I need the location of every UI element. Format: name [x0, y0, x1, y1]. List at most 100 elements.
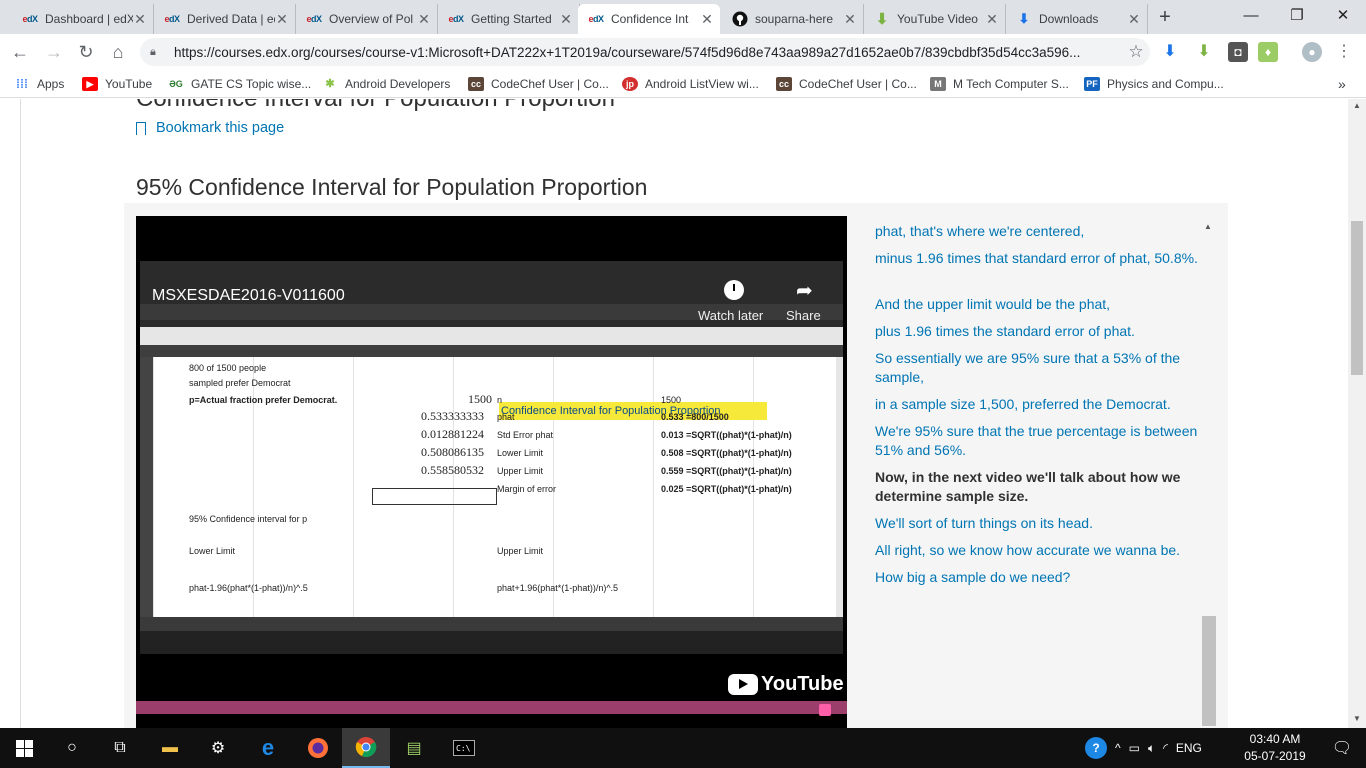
scroll-down-icon[interactable]: ▼ [1353, 714, 1361, 723]
notepad-icon[interactable]: ▤ [390, 728, 438, 768]
address-bar[interactable]: 🔒︎ https://courses.edx.org/courses/cours… [140, 38, 1150, 66]
show-hidden-icons[interactable]: ^ [1115, 741, 1121, 755]
video-progress-handle[interactable] [819, 704, 831, 716]
video-progress-bar[interactable] [136, 701, 847, 714]
excel-cell: 800 of 1500 people [189, 363, 267, 373]
battery-icon[interactable]: ▭ [1129, 741, 1140, 755]
bookmark-codechef-1[interactable]: cc CodeChef User | Co... [468, 75, 609, 93]
bookmark-mtech[interactable]: M M Tech Computer S... [930, 75, 1069, 93]
scroll-up-icon[interactable]: ▲ [1204, 222, 1212, 231]
transcript-line[interactable]: minus 1.96 times that standard error of … [875, 249, 1200, 268]
help-icon[interactable]: ? [1085, 737, 1107, 759]
watch-later-icon[interactable] [724, 280, 744, 300]
close-tab-icon[interactable]: ✕ [700, 11, 714, 28]
wifi-icon[interactable]: ◜ [1163, 741, 1168, 755]
bookmark-android-listview[interactable]: jp Android ListView wi... [622, 75, 759, 93]
transcript-line[interactable]: in a sample size 1,500, preferred the De… [875, 395, 1200, 414]
firefox-icon[interactable] [294, 728, 342, 768]
tab-downloads[interactable]: ⬇ Downloads ✕ [1006, 4, 1148, 34]
bookmark-physics[interactable]: PF Physics and Compu... [1084, 75, 1224, 93]
youtube-icon: ▶ [82, 77, 98, 91]
video-downloader-icon[interactable]: ⬇ [1194, 42, 1214, 62]
restore-button[interactable]: ❐ [1274, 0, 1320, 32]
bookmark-page-link[interactable]: Bookmark this page [136, 120, 284, 136]
terminal-icon[interactable]: C:\ [440, 728, 488, 768]
cortana-search-icon[interactable]: ○ [48, 728, 96, 768]
back-icon[interactable]: ← [6, 38, 34, 66]
edx-icon: e dX [448, 14, 464, 24]
taskbar-clock[interactable]: 03:40 AM 05-07-2019 [1232, 731, 1318, 765]
transcript-line[interactable]: We'll sort of turn things on its head. [875, 514, 1200, 533]
excel-status-bar [140, 631, 843, 654]
reload-icon[interactable]: ↻ [72, 38, 100, 66]
extension-icon[interactable]: ♦ [1258, 42, 1278, 62]
tab-label: Overview of Pol [329, 12, 414, 26]
bookmark-label: CodeChef User | Co... [491, 77, 609, 91]
bookmark-label: GATE CS Topic wise... [191, 77, 312, 91]
extension-icon[interactable]: ◘ [1228, 42, 1248, 62]
settings-gear-icon[interactable]: ⚙ [194, 728, 242, 768]
home-icon[interactable]: ⌂ [104, 38, 132, 66]
transcript-scroll-thumb[interactable] [1202, 616, 1216, 726]
transcript-line[interactable]: All right, so we know how accurate we wa… [875, 541, 1200, 560]
youtube-logo[interactable]: YouTube [728, 673, 844, 696]
transcript-line[interactable]: And the upper limit would be the phat, [875, 295, 1200, 314]
notification-center-icon[interactable]: 🗨︎ [1318, 728, 1366, 768]
tab-confidence-interval[interactable]: e dX Confidence Int ✕ [578, 4, 720, 34]
transcript-line[interactable]: phat, that's where we're centered, [875, 222, 1200, 241]
watch-later-label[interactable]: Watch later [698, 308, 763, 323]
bookmark-gate[interactable]: ƏG GATE CS Topic wise... [168, 75, 311, 93]
unit-title: 95% Confidence Interval for Population P… [136, 174, 648, 200]
transcript-line[interactable]: How big a sample do we need? [875, 568, 1200, 587]
file-explorer-icon[interactable]: ▬ [146, 728, 194, 768]
profile-avatar[interactable]: ● [1302, 42, 1322, 62]
download-extension-icon[interactable]: ⬇ [1160, 42, 1180, 62]
bookmark-codechef-2[interactable]: cc CodeChef User | Co... [776, 75, 917, 93]
tab-youtube-video[interactable]: ⬇ YouTube Video ✕ [864, 4, 1006, 34]
browser-toolbar: ← → ↻ ⌂ 🔒︎ https://courses.edx.org/cours… [0, 34, 1366, 70]
excel-cell: 0.558580532 [421, 463, 484, 477]
edx-icon: e dX [22, 14, 38, 24]
close-tab-icon[interactable]: ✕ [843, 11, 857, 28]
tab-getting-started[interactable]: e dX Getting Started ✕ [438, 4, 580, 34]
transcript-line-current[interactable]: Now, in the next video we'll talk about … [875, 468, 1200, 506]
video-player[interactable]: Confidence Interval for Population Propo… [136, 216, 847, 728]
close-tab-icon[interactable]: ✕ [417, 11, 431, 28]
bookmark-android-developers[interactable]: ✱ Android Developers [322, 75, 450, 93]
transcript-line[interactable]: plus 1.96 times the standard error of ph… [875, 322, 1200, 341]
chrome-icon[interactable] [342, 728, 390, 768]
tab-overview[interactable]: e dX Overview of Pol ✕ [296, 4, 438, 34]
scroll-up-icon[interactable]: ▲ [1353, 101, 1361, 110]
close-tab-icon[interactable]: ✕ [275, 11, 289, 28]
language-indicator[interactable]: ENG [1176, 741, 1202, 755]
close-tab-icon[interactable]: ✕ [133, 11, 147, 28]
volume-icon[interactable]: 🔈︎ [1148, 741, 1155, 756]
share-icon[interactable]: ➦ [796, 278, 813, 303]
close-tab-icon[interactable]: ✕ [985, 11, 999, 28]
new-tab-button[interactable]: + [1152, 5, 1178, 29]
bookmarks-overflow-button[interactable]: » [1338, 75, 1346, 93]
forward-icon[interactable]: → [40, 38, 68, 66]
task-view-icon[interactable]: ⧉ [96, 728, 144, 768]
bookmark-youtube[interactable]: ▶ YouTube [82, 75, 152, 93]
video-title[interactable]: MSXESDAE2016-V011600 [152, 287, 345, 305]
bookmark-label: Android ListView wi... [645, 77, 759, 91]
transcript-line[interactable]: We're 95% sure that the true percentage … [875, 422, 1200, 460]
share-label[interactable]: Share [786, 308, 821, 323]
tab-derived-data[interactable]: edX Derived Data | edX ✕ [154, 4, 296, 34]
start-button[interactable] [0, 728, 48, 768]
edge-icon[interactable]: e [244, 728, 292, 768]
menu-icon[interactable]: ⋮ [1334, 42, 1354, 62]
close-tab-icon[interactable]: ✕ [1127, 11, 1141, 28]
transcript-scrollbar[interactable]: ▲ [1202, 222, 1216, 728]
close-window-button[interactable]: ✕ [1320, 0, 1366, 32]
page-scroll-thumb[interactable] [1351, 221, 1363, 375]
close-tab-icon[interactable]: ✕ [559, 11, 573, 28]
transcript-line[interactable]: So essentially we are 95% sure that a 53… [875, 349, 1200, 387]
tab-github[interactable]: souparna-here ✕ [722, 4, 864, 34]
minimize-button[interactable]: — [1228, 0, 1274, 32]
bookmark-star-icon[interactable]: ☆ [1122, 42, 1150, 62]
bookmark-apps[interactable]: ⁞⁞⁞ Apps [14, 75, 64, 93]
page-scrollbar[interactable]: ▲ ▼ [1348, 99, 1366, 728]
tab-dashboard[interactable]: e dX Dashboard | edX ✕ [12, 4, 154, 34]
